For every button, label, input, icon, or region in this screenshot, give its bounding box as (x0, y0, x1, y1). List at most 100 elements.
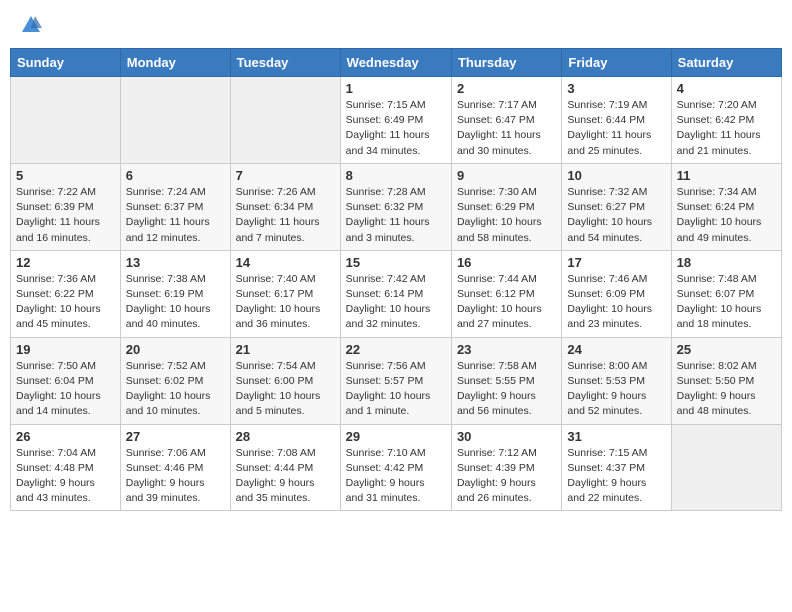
day-number: 14 (236, 255, 335, 270)
day-number: 24 (567, 342, 665, 357)
day-number: 13 (126, 255, 225, 270)
calendar-cell: 9 Sunrise: 7:30 AM Sunset: 6:29 PM Daylig… (451, 163, 561, 250)
calendar-cell: 1Sunrise: 7:15 AM Sunset: 6:49 PM Daylig… (340, 77, 451, 164)
day-info: Sunrise: 7:06 AM Sunset: 4:46 PM Dayligh… (126, 446, 225, 507)
calendar-cell: 24 Sunrise: 8:00 AM Sunset: 5:53 PM Dayli… (562, 337, 671, 424)
day-number: 19 (16, 342, 115, 357)
calendar-cell: 6 Sunrise: 7:24 AM Sunset: 6:37 PM Daylig… (120, 163, 230, 250)
calendar-cell: 18 Sunrise: 7:48 AM Sunset: 6:07 PM Dayli… (671, 250, 781, 337)
calendar-cell (11, 77, 121, 164)
calendar-cell: 16 Sunrise: 7:44 AM Sunset: 6:12 PM Dayli… (451, 250, 561, 337)
calendar-cell: 30Sunrise: 7:12 AM Sunset: 4:39 PM Dayli… (451, 424, 561, 511)
calendar-cell: 26 Sunrise: 7:04 AM Sunset: 4:48 PM Dayli… (11, 424, 121, 511)
calendar-cell: 31 Sunrise: 7:15 AM Sunset: 4:37 PM Dayli… (562, 424, 671, 511)
calendar-cell: 19 Sunrise: 7:50 AM Sunset: 6:04 PM Dayli… (11, 337, 121, 424)
day-info: Sunrise: 7:46 AM Sunset: 6:09 PM Dayligh… (567, 272, 665, 333)
calendar-cell: 11Sunrise: 7:34 AM Sunset: 6:24 PM Dayli… (671, 163, 781, 250)
day-info: Sunrise: 7:32 AM Sunset: 6:27 PM Dayligh… (567, 185, 665, 246)
day-number: 21 (236, 342, 335, 357)
weekday-header-saturday: Saturday (671, 49, 781, 77)
day-info: Sunrise: 7:20 AM Sunset: 6:42 PM Dayligh… (677, 98, 776, 159)
day-number: 31 (567, 429, 665, 444)
day-number: 22 (346, 342, 446, 357)
day-number: 9 (457, 168, 556, 183)
day-number: 23 (457, 342, 556, 357)
day-number: 28 (236, 429, 335, 444)
day-number: 2 (457, 81, 556, 96)
day-info: Sunrise: 8:00 AM Sunset: 5:53 PM Dayligh… (567, 359, 665, 420)
day-info: Sunrise: 7:50 AM Sunset: 6:04 PM Dayligh… (16, 359, 115, 420)
day-number: 11 (677, 168, 776, 183)
day-number: 1 (346, 81, 446, 96)
calendar-cell: 23 Sunrise: 7:58 AM Sunset: 5:55 PM Dayli… (451, 337, 561, 424)
calendar-cell: 4 Sunrise: 7:20 AM Sunset: 6:42 PM Daylig… (671, 77, 781, 164)
calendar-cell: 25 Sunrise: 8:02 AM Sunset: 5:50 PM Dayli… (671, 337, 781, 424)
day-number: 16 (457, 255, 556, 270)
day-number: 17 (567, 255, 665, 270)
day-info: Sunrise: 7:30 AM Sunset: 6:29 PM Dayligh… (457, 185, 556, 246)
day-number: 4 (677, 81, 776, 96)
day-number: 26 (16, 429, 115, 444)
day-info: Sunrise: 7:22 AM Sunset: 6:39 PM Dayligh… (16, 185, 115, 246)
calendar-cell: 21Sunrise: 7:54 AM Sunset: 6:00 PM Dayli… (230, 337, 340, 424)
calendar-cell: 5 Sunrise: 7:22 AM Sunset: 6:39 PM Daylig… (11, 163, 121, 250)
calendar-cell (671, 424, 781, 511)
day-info: Sunrise: 7:19 AM Sunset: 6:44 PM Dayligh… (567, 98, 665, 159)
day-info: Sunrise: 7:58 AM Sunset: 5:55 PM Dayligh… (457, 359, 556, 420)
calendar-cell: 27 Sunrise: 7:06 AM Sunset: 4:46 PM Dayli… (120, 424, 230, 511)
calendar-cell: 17 Sunrise: 7:46 AM Sunset: 6:09 PM Dayli… (562, 250, 671, 337)
calendar-cell: 8 Sunrise: 7:28 AM Sunset: 6:32 PM Daylig… (340, 163, 451, 250)
day-info: Sunrise: 7:15 AM Sunset: 4:37 PM Dayligh… (567, 446, 665, 507)
logo-icon (20, 14, 42, 36)
day-info: Sunrise: 7:40 AM Sunset: 6:17 PM Dayligh… (236, 272, 335, 333)
day-number: 25 (677, 342, 776, 357)
day-info: Sunrise: 7:24 AM Sunset: 6:37 PM Dayligh… (126, 185, 225, 246)
day-number: 8 (346, 168, 446, 183)
calendar-header-row: SundayMondayTuesdayWednesdayThursdayFrid… (11, 49, 782, 77)
day-number: 18 (677, 255, 776, 270)
day-number: 7 (236, 168, 335, 183)
calendar-cell: 10 Sunrise: 7:32 AM Sunset: 6:27 PM Dayli… (562, 163, 671, 250)
day-info: Sunrise: 7:48 AM Sunset: 6:07 PM Dayligh… (677, 272, 776, 333)
day-info: Sunrise: 7:10 AM Sunset: 4:42 PM Dayligh… (346, 446, 446, 507)
calendar-week-2: 5 Sunrise: 7:22 AM Sunset: 6:39 PM Daylig… (11, 163, 782, 250)
day-number: 27 (126, 429, 225, 444)
day-info: Sunrise: 7:04 AM Sunset: 4:48 PM Dayligh… (16, 446, 115, 507)
day-info: Sunrise: 7:44 AM Sunset: 6:12 PM Dayligh… (457, 272, 556, 333)
day-number: 15 (346, 255, 446, 270)
calendar-week-1: 1Sunrise: 7:15 AM Sunset: 6:49 PM Daylig… (11, 77, 782, 164)
weekday-header-thursday: Thursday (451, 49, 561, 77)
day-info: Sunrise: 7:28 AM Sunset: 6:32 PM Dayligh… (346, 185, 446, 246)
calendar-week-3: 12Sunrise: 7:36 AM Sunset: 6:22 PM Dayli… (11, 250, 782, 337)
calendar-cell (120, 77, 230, 164)
day-info: Sunrise: 7:17 AM Sunset: 6:47 PM Dayligh… (457, 98, 556, 159)
weekday-header-tuesday: Tuesday (230, 49, 340, 77)
weekday-header-monday: Monday (120, 49, 230, 77)
calendar-cell: 14 Sunrise: 7:40 AM Sunset: 6:17 PM Dayli… (230, 250, 340, 337)
day-info: Sunrise: 7:42 AM Sunset: 6:14 PM Dayligh… (346, 272, 446, 333)
calendar-cell: 7 Sunrise: 7:26 AM Sunset: 6:34 PM Daylig… (230, 163, 340, 250)
calendar-cell: 22Sunrise: 7:56 AM Sunset: 5:57 PM Dayli… (340, 337, 451, 424)
day-info: Sunrise: 7:36 AM Sunset: 6:22 PM Dayligh… (16, 272, 115, 333)
logo (18, 14, 42, 36)
day-info: Sunrise: 7:08 AM Sunset: 4:44 PM Dayligh… (236, 446, 335, 507)
page-header (10, 10, 782, 40)
day-number: 30 (457, 429, 556, 444)
day-number: 3 (567, 81, 665, 96)
calendar-week-4: 19 Sunrise: 7:50 AM Sunset: 6:04 PM Dayli… (11, 337, 782, 424)
day-number: 10 (567, 168, 665, 183)
day-info: Sunrise: 7:38 AM Sunset: 6:19 PM Dayligh… (126, 272, 225, 333)
calendar-cell: 13 Sunrise: 7:38 AM Sunset: 6:19 PM Dayli… (120, 250, 230, 337)
calendar-cell (230, 77, 340, 164)
day-number: 6 (126, 168, 225, 183)
day-number: 5 (16, 168, 115, 183)
calendar-cell: 28 Sunrise: 7:08 AM Sunset: 4:44 PM Dayli… (230, 424, 340, 511)
calendar-cell: 2 Sunrise: 7:17 AM Sunset: 6:47 PM Daylig… (451, 77, 561, 164)
day-info: Sunrise: 7:26 AM Sunset: 6:34 PM Dayligh… (236, 185, 335, 246)
calendar-cell: 12Sunrise: 7:36 AM Sunset: 6:22 PM Dayli… (11, 250, 121, 337)
calendar-cell: 3 Sunrise: 7:19 AM Sunset: 6:44 PM Daylig… (562, 77, 671, 164)
weekday-header-friday: Friday (562, 49, 671, 77)
day-info: Sunrise: 8:02 AM Sunset: 5:50 PM Dayligh… (677, 359, 776, 420)
calendar-week-5: 26 Sunrise: 7:04 AM Sunset: 4:48 PM Dayli… (11, 424, 782, 511)
weekday-header-sunday: Sunday (11, 49, 121, 77)
